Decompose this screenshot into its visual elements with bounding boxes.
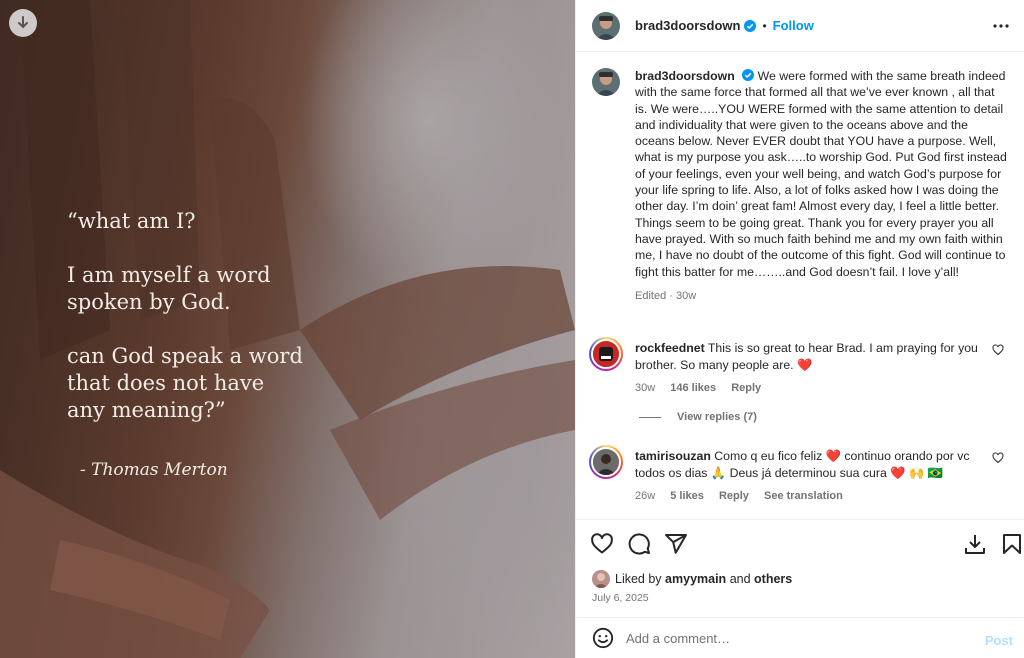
divider-line [639, 416, 661, 418]
liked-by-prefix: Liked by [615, 572, 662, 586]
caption-username[interactable]: brad3doorsdown [635, 69, 735, 83]
heart-icon[interactable] [590, 532, 614, 556]
commenter-avatar[interactable] [589, 337, 623, 371]
liker-avatar[interactable] [592, 570, 610, 588]
comment-like-icon[interactable] [992, 452, 1004, 464]
liked-by-and: and [729, 572, 751, 586]
bookmark-icon[interactable] [1000, 532, 1024, 556]
caption-text: We were formed with the same breath inde… [635, 69, 1007, 279]
view-replies-button[interactable]: View replies (7) [639, 411, 757, 423]
caption-meta: Edited · 30w [635, 289, 697, 302]
avatar-image [593, 449, 619, 475]
quote-author: - Thomas Merton [80, 460, 228, 480]
follow-button[interactable]: Follow [773, 18, 814, 33]
download-icon[interactable] [963, 532, 987, 556]
comment-likes[interactable]: 146 likes [670, 382, 716, 394]
comment-username[interactable]: rockfeednet [635, 341, 705, 355]
comment-age: 30w [635, 382, 656, 394]
verified-badge-icon [744, 19, 757, 32]
avatar-image [592, 68, 620, 96]
comment-like-icon[interactable] [992, 344, 1004, 356]
commenter-avatar[interactable] [589, 445, 623, 479]
comment-icon[interactable] [627, 532, 651, 556]
caption-avatar[interactable] [592, 68, 620, 96]
quote-line-2: I am myself a word spoken by God. [67, 263, 271, 314]
post-details-panel: brad3doorsdown • Follow brad3doorsdown W… [575, 0, 1024, 658]
comment-username[interactable]: tamirisouzan [635, 449, 711, 463]
quote-line-1: “what am I? [67, 209, 196, 233]
post-action-bar [576, 519, 1024, 567]
post-image: “what am I? I am myself a word spoken by… [0, 0, 575, 658]
view-replies-label: View replies (7) [677, 411, 757, 423]
post-date[interactable]: July 6, 2025 [592, 592, 649, 604]
likes-summary: Liked by amyymain and others [592, 570, 792, 588]
comment-item: tamirisouzan Como q eu fico feliz ❤️ con… [589, 445, 1012, 505]
quote-line-3: can God speak a word that does not have … [67, 344, 303, 422]
post-caption: brad3doorsdown We were formed with the s… [592, 68, 1012, 304]
verified-badge-icon [742, 69, 755, 81]
comments-scroll-area[interactable]: brad3doorsdown We were formed with the s… [576, 53, 1024, 519]
avatar-image [592, 570, 610, 588]
avatar-image [592, 11, 620, 40]
reply-button[interactable]: Reply [731, 382, 761, 394]
comment-item: rockfeednet This is so great to hear Bra… [589, 337, 1012, 397]
separator-dot: • [762, 18, 767, 33]
reply-button[interactable]: Reply [719, 490, 749, 502]
liked-by-user[interactable]: amyymain [665, 572, 726, 586]
emoji-icon[interactable] [592, 627, 614, 649]
author-avatar[interactable] [592, 11, 620, 40]
author-username[interactable]: brad3doorsdown [635, 18, 740, 33]
download-image-button[interactable] [9, 9, 37, 37]
see-translation-button[interactable]: See translation [764, 490, 843, 502]
post-header: brad3doorsdown • Follow [576, 0, 1024, 52]
comment-likes[interactable]: 5 likes [670, 490, 704, 502]
avatar-image [593, 341, 619, 367]
quote-text: “what am I? I am myself a word spoken by… [67, 208, 367, 480]
share-icon[interactable] [664, 532, 688, 556]
more-options-icon[interactable] [991, 16, 1011, 36]
download-arrow-icon [18, 16, 28, 29]
liked-by-others[interactable]: others [754, 572, 792, 586]
add-comment-bar: Post [576, 617, 1024, 658]
comment-age: 26w [635, 490, 656, 502]
post-comment-button[interactable]: Post [985, 633, 1013, 648]
comment-input[interactable] [626, 630, 976, 646]
